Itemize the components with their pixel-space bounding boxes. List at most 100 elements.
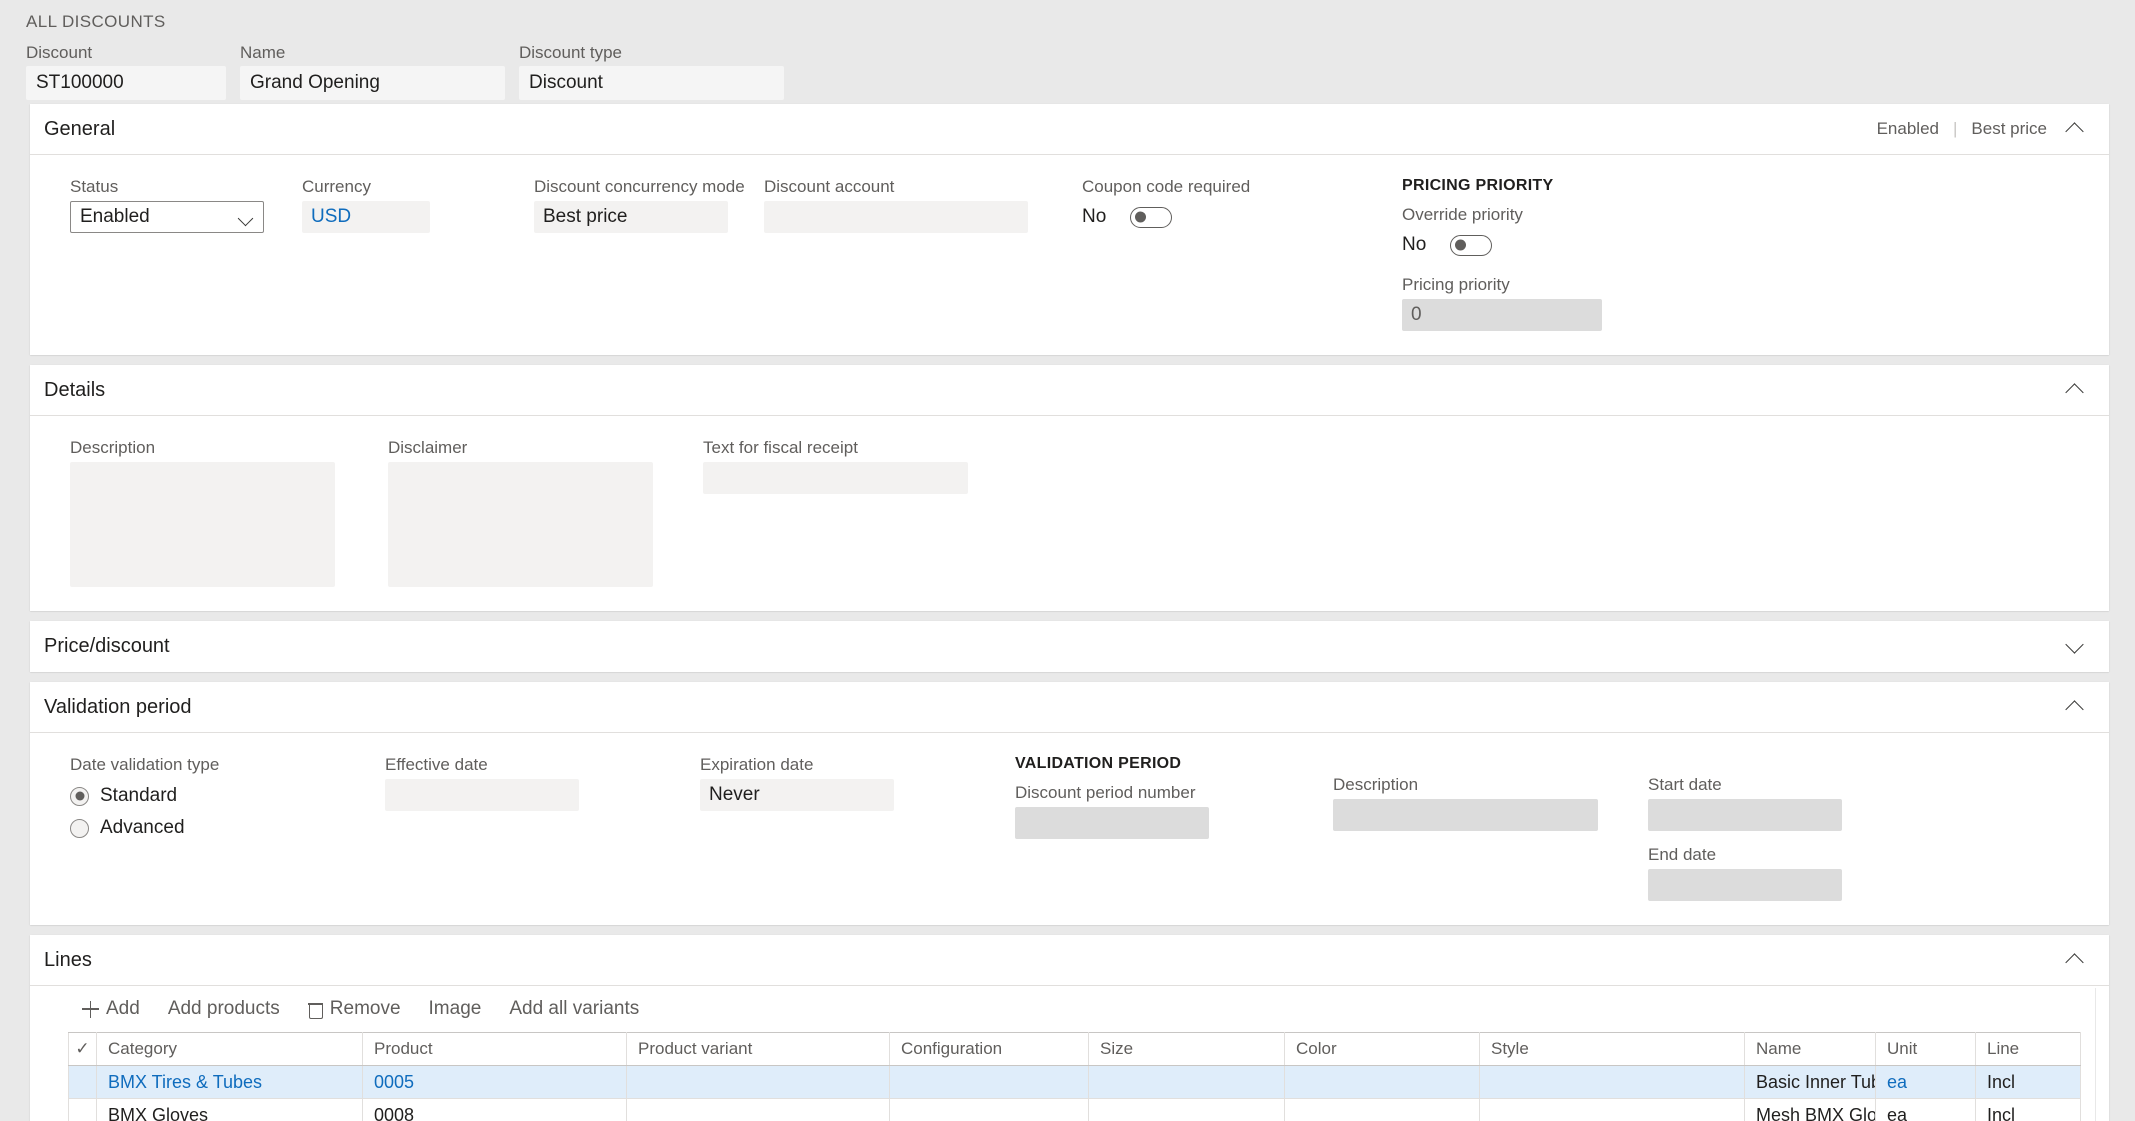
field-disclaimer: Disclaimer: [388, 438, 703, 587]
column-header-line[interactable]: Line: [1975, 1032, 2081, 1066]
validation-period-panel: Validation period Date validation type S…: [30, 682, 2109, 925]
name-input[interactable]: Grand Opening: [240, 66, 505, 100]
column-header-size[interactable]: Size: [1088, 1032, 1285, 1066]
cell-line[interactable]: Incl: [1975, 1065, 2081, 1099]
cell-size[interactable]: [1088, 1065, 1285, 1099]
chevron-up-icon[interactable]: [2063, 117, 2087, 141]
cell-configuration[interactable]: [889, 1098, 1089, 1121]
image-button[interactable]: Image: [415, 993, 496, 1025]
column-header-category[interactable]: Category: [96, 1032, 363, 1066]
cell-name[interactable]: Mesh BMX Gloves: [1744, 1098, 1876, 1121]
field-effective-date: Effective date: [385, 755, 700, 901]
cell-name[interactable]: Basic Inner Tube: [1744, 1065, 1876, 1099]
general-panel-header[interactable]: General Enabled | Best price: [30, 104, 2109, 155]
column-header-product[interactable]: Product: [362, 1032, 627, 1066]
field-date-validation-type: Date validation type Standard Advanced: [70, 755, 385, 901]
price-discount-panel-header[interactable]: Price/discount: [30, 621, 2109, 672]
start-date-input: [1648, 799, 1842, 831]
cell-color[interactable]: [1284, 1065, 1480, 1099]
effective-date-input[interactable]: [385, 779, 579, 811]
validation-description-label: Description: [1333, 775, 1419, 794]
validation-period-panel-header[interactable]: Validation period: [30, 682, 2109, 733]
concurrency-mode-label: Discount concurrency mode: [534, 177, 745, 196]
summary-mode: Best price: [1971, 119, 2047, 138]
expiration-date-input[interactable]: Never: [700, 779, 894, 811]
add-products-button-label: Add products: [167, 998, 280, 1019]
column-header-product-variant[interactable]: Product variant: [626, 1032, 890, 1066]
override-priority-toggle[interactable]: [1450, 234, 1492, 256]
price-discount-panel-title: Price/discount: [44, 635, 170, 657]
lines-toolbar: Add Add products Remove Image Add all va…: [30, 986, 2109, 1032]
table-row[interactable]: BMX Tires & Tubes 0005 Basic Inner Tube …: [68, 1065, 2081, 1099]
column-header-name[interactable]: Name: [1744, 1032, 1876, 1066]
validation-period-panel-body: Date validation type Standard Advanced E…: [30, 733, 2109, 925]
cell-size[interactable]: [1088, 1098, 1285, 1121]
cell-line[interactable]: Incl: [1975, 1098, 2081, 1121]
discount-type-input[interactable]: Discount: [519, 66, 784, 100]
chevron-up-icon[interactable]: [2063, 695, 2087, 719]
column-header-configuration[interactable]: Configuration: [889, 1032, 1089, 1066]
cell-style[interactable]: [1479, 1098, 1745, 1121]
row-checkbox[interactable]: [68, 1065, 97, 1099]
radio-advanced-icon: [70, 818, 89, 838]
add-all-variants-button[interactable]: Add all variants: [495, 993, 653, 1025]
description-label: Description: [70, 438, 156, 457]
concurrency-mode-input[interactable]: Best price: [534, 201, 728, 233]
status-value: Enabled: [80, 206, 150, 227]
currency-input[interactable]: USD: [302, 201, 430, 233]
general-panel: General Enabled | Best price Status Enab…: [30, 104, 2109, 355]
status-select[interactable]: Enabled: [70, 201, 264, 233]
select-all-checkbox[interactable]: ✓: [68, 1032, 97, 1066]
cell-unit[interactable]: ea: [1875, 1065, 1976, 1099]
cell-product-variant[interactable]: [626, 1098, 890, 1121]
field-description: Description: [70, 438, 388, 587]
cell-product[interactable]: 0008: [362, 1098, 627, 1121]
field-concurrency-mode: Discount concurrency mode Best price: [534, 177, 764, 331]
radio-standard[interactable]: Standard: [70, 785, 385, 807]
remove-button[interactable]: Remove: [294, 993, 415, 1025]
column-header-style[interactable]: Style: [1479, 1032, 1745, 1066]
summary-status: Enabled: [1876, 119, 1939, 138]
chevron-up-icon[interactable]: [2063, 378, 2087, 402]
validation-period-group-title: VALIDATION PERIOD: [1015, 755, 1182, 772]
breadcrumb[interactable]: ALL DISCOUNTS: [26, 12, 2135, 32]
column-header-color[interactable]: Color: [1284, 1032, 1480, 1066]
validation-period-group: VALIDATION PERIOD Discount period number: [1015, 755, 1333, 901]
chevron-down-icon[interactable]: [2063, 635, 2087, 659]
cell-product[interactable]: 0005: [362, 1065, 627, 1099]
remove-button-label: Remove: [329, 998, 401, 1019]
add-button[interactable]: Add: [68, 993, 154, 1025]
summary-separator: |: [1952, 119, 1958, 138]
pricing-priority-input: 0: [1402, 299, 1602, 331]
details-panel-header[interactable]: Details: [30, 365, 2109, 416]
cell-color[interactable]: [1284, 1098, 1480, 1121]
cell-category[interactable]: BMX Gloves: [96, 1098, 363, 1121]
add-products-button[interactable]: Add products: [154, 993, 294, 1025]
table-row[interactable]: BMX Gloves 0008 Mesh BMX Gloves ea Incl: [68, 1098, 2081, 1121]
details-panel: Details Description Disclaimer Text for …: [30, 365, 2109, 611]
description-textarea[interactable]: [70, 462, 335, 587]
cell-product-variant[interactable]: [626, 1065, 890, 1099]
details-panel-title: Details: [44, 378, 106, 401]
cell-category[interactable]: BMX Tires & Tubes: [96, 1065, 363, 1099]
start-date-label: Start date: [1648, 775, 1722, 794]
radio-advanced[interactable]: Advanced: [70, 817, 385, 839]
cell-unit[interactable]: ea: [1875, 1098, 1976, 1121]
column-header-unit[interactable]: Unit: [1875, 1032, 1976, 1066]
discount-input[interactable]: ST100000: [26, 66, 226, 100]
coupon-required-toggle[interactable]: [1130, 206, 1172, 228]
name-label: Name: [240, 43, 286, 62]
row-checkbox[interactable]: [68, 1098, 97, 1121]
general-panel-body: Status Enabled Currency USD Discount con…: [30, 155, 2109, 355]
fiscal-receipt-input[interactable]: [703, 462, 968, 494]
discount-account-input[interactable]: [764, 201, 1028, 233]
general-panel-summary: Enabled | Best price: [1877, 119, 2047, 139]
cell-configuration[interactable]: [889, 1065, 1089, 1099]
chevron-up-icon[interactable]: [2063, 948, 2087, 972]
discount-detail-page: ALL DISCOUNTS Discount ST100000 Name Gra…: [0, 0, 2135, 1121]
field-fiscal-receipt: Text for fiscal receipt: [703, 438, 983, 587]
lines-panel-header[interactable]: Lines: [30, 935, 2109, 986]
lines-grid-scrollbar[interactable]: [2095, 988, 2109, 1121]
disclaimer-textarea[interactable]: [388, 462, 653, 587]
cell-style[interactable]: [1479, 1065, 1745, 1099]
